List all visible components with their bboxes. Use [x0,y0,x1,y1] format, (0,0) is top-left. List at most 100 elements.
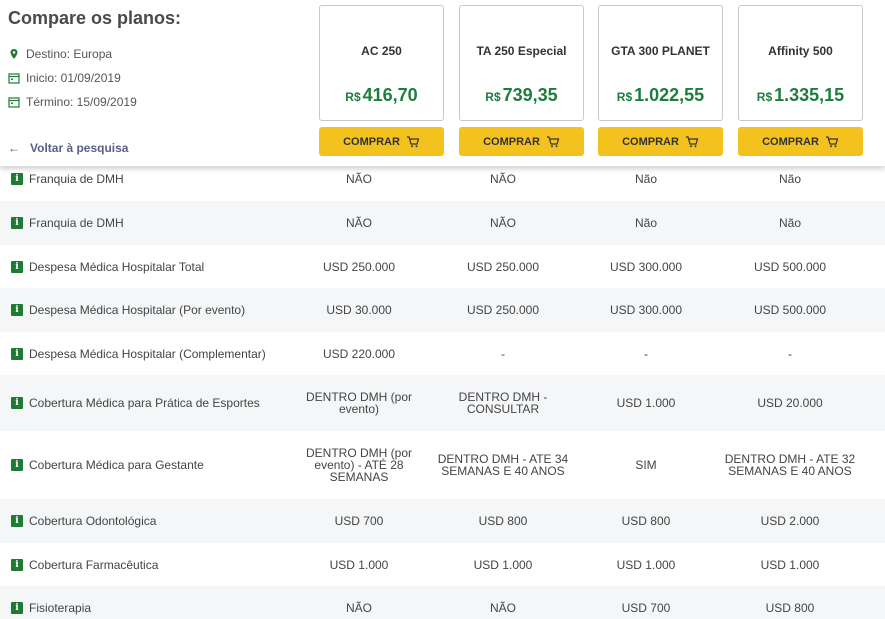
table-cell: USD 500.000 [753,259,827,274]
table-cell: USD 800 [765,601,815,615]
row-label-text: Cobertura Médica para Gestante [29,458,204,472]
row-label-text: Fisioterapia [29,601,92,615]
table-cell: USD 2.000 [760,514,820,528]
table-cell: USD 700 [334,514,384,528]
table-cell: NÃO [345,216,372,230]
row-label-text: Cobertura Médica para Prática de Esporte… [29,396,260,410]
buy-label: COMPRAR [483,135,540,148]
table-cell: USD 220.000 [322,346,396,361]
back-to-search-link[interactable]: ← Voltar à pesquisa [8,141,128,155]
info-icon[interactable]: i [11,304,23,316]
table-cell: Não [634,216,657,230]
destination-text: Destino: Europa [26,47,113,61]
row-label-text: Despesa Médica Hospitalar (Por evento) [29,303,246,317]
price-value: 416,70 [362,85,418,105]
buy-button-ac-250[interactable]: COMPRAR [319,127,444,156]
table-cell: NÃO [489,601,516,615]
row-label: i Franquia de DMH [11,201,124,245]
table-cell: USD 1.000 [473,557,533,572]
row-label: i Despesa Médica Hospitalar (Por evento) [11,288,245,332]
info-icon[interactable]: i [11,173,23,185]
page-title: Compare os planos: [8,8,182,28]
end-date-text: Término: 15/09/2019 [26,95,137,109]
price-value: 739,35 [502,85,558,105]
table-cell: USD 1.000 [616,557,676,572]
plan-card-gta-300-planet: GTA 300 PLANET R$ 1.022,55 [598,5,723,121]
table-cell: USD 1.000 [329,557,389,572]
table-row: i Fisioterapia NÃO NÃO USD 700 USD 800 [0,586,885,619]
buy-label: COMPRAR [622,135,679,148]
table-cell: USD 250.000 [322,259,396,274]
start-date-text: Inicio: 01/09/2019 [26,71,121,85]
table-row: i Cobertura Médica para Prática de Espor… [0,375,885,431]
calendar-icon [8,73,20,84]
plan-name: TA 250 Especial [476,44,567,58]
table-cell: USD 1.000 [616,396,676,410]
location-pin-icon [10,49,18,59]
plan-price: R$ 739,35 [460,85,583,106]
row-label: i Fisioterapia [11,586,91,619]
table-row: i Cobertura Farmacêutica USD 1.000 USD 1… [0,543,885,586]
calendar-icon [8,97,20,108]
end-date-info: Término: 15/09/2019 [8,95,137,109]
buy-button-affinity-500[interactable]: COMPRAR [738,127,863,156]
info-icon[interactable]: i [11,558,23,571]
row-label: i Cobertura Médica para Prática de Espor… [11,375,260,431]
row-label: i Despesa Médica Hospitalar (Complementa… [11,332,266,375]
plan-price: R$ 1.335,15 [739,85,862,106]
table-row: i Despesa Médica Hospitalar (Complementa… [0,332,885,375]
table-row: i Cobertura Odontológica USD 700 USD 800… [0,499,885,543]
info-icon[interactable]: i [11,459,23,471]
row-label: i Cobertura Odontológica [11,499,156,543]
table-cell: DENTRO DMH - ATE 34 SEMANAS E 40 ANOS [437,452,569,478]
row-label: i Cobertura Farmacêutica [11,543,158,586]
table-cell: USD 30.000 [326,303,392,317]
currency-symbol: R$ [756,90,773,104]
table-cell: NÃO [345,601,372,615]
info-icon[interactable]: i [11,260,23,273]
info-icon[interactable]: i [11,397,23,409]
currency-symbol: R$ [485,90,501,104]
info-icon[interactable]: i [11,347,23,360]
table-cell: USD 700 [621,601,671,615]
row-label-text: Cobertura Odontológica [29,514,157,528]
comparison-table: i Franquia de DMH NÃO NÃO Não Não i Fran… [0,157,885,619]
row-label: i Cobertura Médica para Gestante [11,431,204,499]
table-cell: Não [778,216,801,230]
table-cell: USD 250.000 [466,259,540,274]
plan-name: Affinity 500 [768,44,833,58]
currency-symbol: R$ [616,90,633,104]
table-cell: DENTRO DMH (por evento) [305,390,412,416]
row-label: i Despesa Médica Hospitalar Total [11,245,204,288]
table-cell: - [788,346,792,361]
buy-label: COMPRAR [762,135,819,148]
row-label-text: Franquia de DMH [29,216,124,230]
table-cell: USD 500.000 [753,303,827,317]
buy-button-ta-250-especial[interactable]: COMPRAR [459,127,584,156]
currency-symbol: R$ [345,90,361,104]
back-link-label: Voltar à pesquisa [30,141,129,155]
buy-label: COMPRAR [343,135,400,148]
table-row: i Cobertura Médica para Gestante DENTRO … [0,431,885,499]
table-cell: NÃO [489,216,516,230]
buy-button-gta-300-planet[interactable]: COMPRAR [598,127,723,156]
table-cell: DENTRO DMH - CONSULTAR [458,390,548,416]
table-cell: USD 20.000 [757,396,823,410]
table-cell: USD 300.000 [609,303,683,317]
info-icon[interactable]: i [11,217,23,229]
destination-info: Destino: Europa [8,47,112,61]
row-label-text: Despesa Médica Hospitalar (Complementar) [29,346,266,361]
info-icon[interactable]: i [11,602,23,614]
plan-card-ta-250-especial: TA 250 Especial R$ 739,35 [459,5,584,121]
table-cell: DENTRO DMH - ATE 32 SEMANAS E 40 ANOS [724,452,856,478]
row-label-text: Cobertura Farmacêutica [29,557,159,572]
arrow-left-icon: ← [8,141,20,155]
cart-icon [825,135,839,147]
table-row: i Franquia de DMH NÃO NÃO Não Não [0,201,885,245]
table-cell: USD 800 [478,514,528,528]
info-icon[interactable]: i [11,515,23,527]
compare-header: Compare os planos: Destino: Europa Inici… [0,0,885,166]
row-label-text: Franquia de DMH [29,172,124,186]
plan-price: R$ 416,70 [320,85,443,106]
table-cell: USD 250.000 [466,303,540,317]
